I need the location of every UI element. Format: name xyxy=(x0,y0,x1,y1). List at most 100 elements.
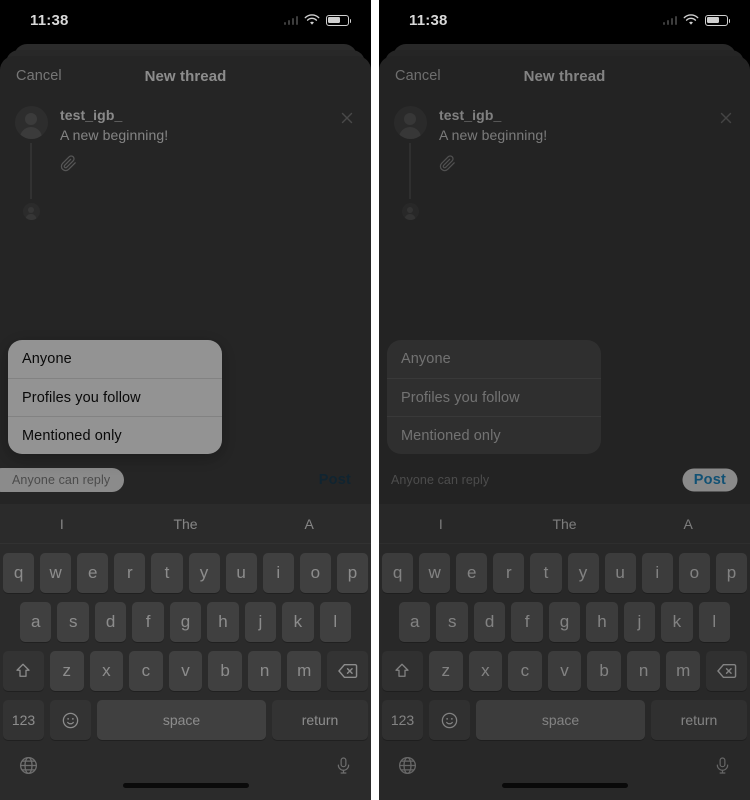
suggestion-1[interactable]: I xyxy=(0,516,124,532)
key-t[interactable]: t xyxy=(151,553,183,593)
emoji-smiley-icon[interactable] xyxy=(429,700,470,740)
key-h[interactable]: h xyxy=(586,602,618,642)
close-icon[interactable] xyxy=(339,110,355,126)
suggestion-2[interactable]: The xyxy=(124,516,248,532)
menu-item-profiles-you-follow[interactable]: Profiles you follow xyxy=(387,378,601,416)
key-s[interactable]: s xyxy=(436,602,468,642)
key-m[interactable]: m xyxy=(287,651,322,691)
post-text-input[interactable]: A new beginning! xyxy=(60,127,357,143)
key-h[interactable]: h xyxy=(207,602,239,642)
key-k[interactable]: k xyxy=(661,602,693,642)
post-button[interactable]: Post xyxy=(313,470,357,490)
key-f[interactable]: f xyxy=(511,602,543,642)
backspace-icon[interactable] xyxy=(706,651,748,691)
key-x[interactable]: x xyxy=(468,651,503,691)
post-button[interactable]: Post xyxy=(683,470,736,490)
key-i[interactable]: i xyxy=(641,553,673,593)
key-b[interactable]: b xyxy=(208,651,242,691)
suggestion-2[interactable]: The xyxy=(503,516,627,532)
key-c[interactable]: c xyxy=(508,651,542,691)
key-j[interactable]: j xyxy=(623,602,656,642)
key-f[interactable]: f xyxy=(132,602,164,642)
globe-icon[interactable] xyxy=(397,755,418,781)
key-v[interactable]: v xyxy=(547,651,582,691)
globe-icon[interactable] xyxy=(18,755,39,781)
paperclip-icon[interactable] xyxy=(439,155,736,177)
key-v[interactable]: v xyxy=(168,651,203,691)
reply-audience-menu[interactable]: Anyone Profiles you follow Mentioned onl… xyxy=(387,340,601,454)
key-g[interactable]: g xyxy=(169,602,202,642)
key-a[interactable]: a xyxy=(20,602,52,642)
key-y[interactable]: y xyxy=(567,553,599,593)
key-z[interactable]: z xyxy=(428,651,463,691)
key-i[interactable]: i xyxy=(262,553,294,593)
key-n[interactable]: n xyxy=(626,651,661,691)
key-k[interactable]: k xyxy=(282,602,314,642)
reply-audience-pill[interactable]: Anyone can reply xyxy=(0,468,125,492)
return-key[interactable]: return xyxy=(272,700,368,740)
key-y[interactable]: y xyxy=(188,553,220,593)
key-r[interactable]: r xyxy=(114,553,146,593)
key-q[interactable]: q xyxy=(382,553,414,593)
status-indicators xyxy=(662,14,731,26)
microphone-icon[interactable] xyxy=(713,755,732,781)
key-a[interactable]: a xyxy=(399,602,431,642)
space-key[interactable]: space xyxy=(97,700,266,740)
key-s[interactable]: s xyxy=(57,602,89,642)
status-bar: 11:38 xyxy=(0,0,371,40)
menu-item-mentioned-only[interactable]: Mentioned only xyxy=(387,416,601,454)
key-g[interactable]: g xyxy=(548,602,581,642)
key-p[interactable]: p xyxy=(715,553,747,593)
reply-avatar xyxy=(22,203,40,220)
shift-arrow-icon[interactable] xyxy=(2,651,44,691)
menu-item-anyone[interactable]: Anyone xyxy=(8,340,222,378)
key-c[interactable]: c xyxy=(129,651,163,691)
on-screen-keyboard: I The A q w e r t y u i o p a s d f g h … xyxy=(379,504,750,800)
key-d[interactable]: d xyxy=(473,602,506,642)
key-l[interactable]: l xyxy=(319,602,351,642)
key-r[interactable]: r xyxy=(493,553,525,593)
post-text-input[interactable]: A new beginning! xyxy=(439,127,736,143)
suggestion-1[interactable]: I xyxy=(379,516,503,532)
key-l[interactable]: l xyxy=(698,602,730,642)
close-icon[interactable] xyxy=(718,110,734,126)
key-o[interactable]: o xyxy=(678,553,710,593)
suggestion-3[interactable]: A xyxy=(626,516,750,532)
key-e[interactable]: e xyxy=(77,553,109,593)
menu-item-mentioned-only[interactable]: Mentioned only xyxy=(8,416,222,454)
numbers-key[interactable]: 123 xyxy=(3,700,44,740)
emoji-smiley-icon[interactable] xyxy=(50,700,91,740)
reply-audience-pill[interactable]: Anyone can reply xyxy=(379,468,503,492)
key-j[interactable]: j xyxy=(244,602,277,642)
key-u[interactable]: u xyxy=(225,553,257,593)
key-e[interactable]: e xyxy=(456,553,488,593)
cancel-button[interactable]: Cancel xyxy=(16,68,62,84)
suggestion-3[interactable]: A xyxy=(247,516,371,532)
key-n[interactable]: n xyxy=(247,651,282,691)
key-w[interactable]: w xyxy=(419,553,451,593)
menu-item-anyone[interactable]: Anyone xyxy=(387,340,601,378)
paperclip-icon[interactable] xyxy=(60,155,357,177)
key-u[interactable]: u xyxy=(604,553,636,593)
key-o[interactable]: o xyxy=(299,553,331,593)
key-z[interactable]: z xyxy=(49,651,84,691)
reply-audience-menu[interactable]: Anyone Profiles you follow Mentioned onl… xyxy=(8,340,222,454)
numbers-key[interactable]: 123 xyxy=(382,700,423,740)
menu-item-profiles-you-follow[interactable]: Profiles you follow xyxy=(8,378,222,416)
backspace-icon[interactable] xyxy=(327,651,369,691)
key-t[interactable]: t xyxy=(530,553,562,593)
key-d[interactable]: d xyxy=(94,602,127,642)
key-p[interactable]: p xyxy=(336,553,368,593)
key-x[interactable]: x xyxy=(89,651,124,691)
new-thread-sheet: Cancel New thread test_igb_ A new beginn… xyxy=(0,56,371,800)
return-key[interactable]: return xyxy=(651,700,747,740)
key-m[interactable]: m xyxy=(666,651,701,691)
key-q[interactable]: q xyxy=(3,553,35,593)
microphone-icon[interactable] xyxy=(334,755,353,781)
key-w[interactable]: w xyxy=(40,553,72,593)
cancel-button[interactable]: Cancel xyxy=(395,68,441,84)
space-key[interactable]: space xyxy=(476,700,645,740)
key-b[interactable]: b xyxy=(587,651,621,691)
shift-arrow-icon[interactable] xyxy=(381,651,423,691)
predictive-text-bar: I The A xyxy=(379,504,750,544)
